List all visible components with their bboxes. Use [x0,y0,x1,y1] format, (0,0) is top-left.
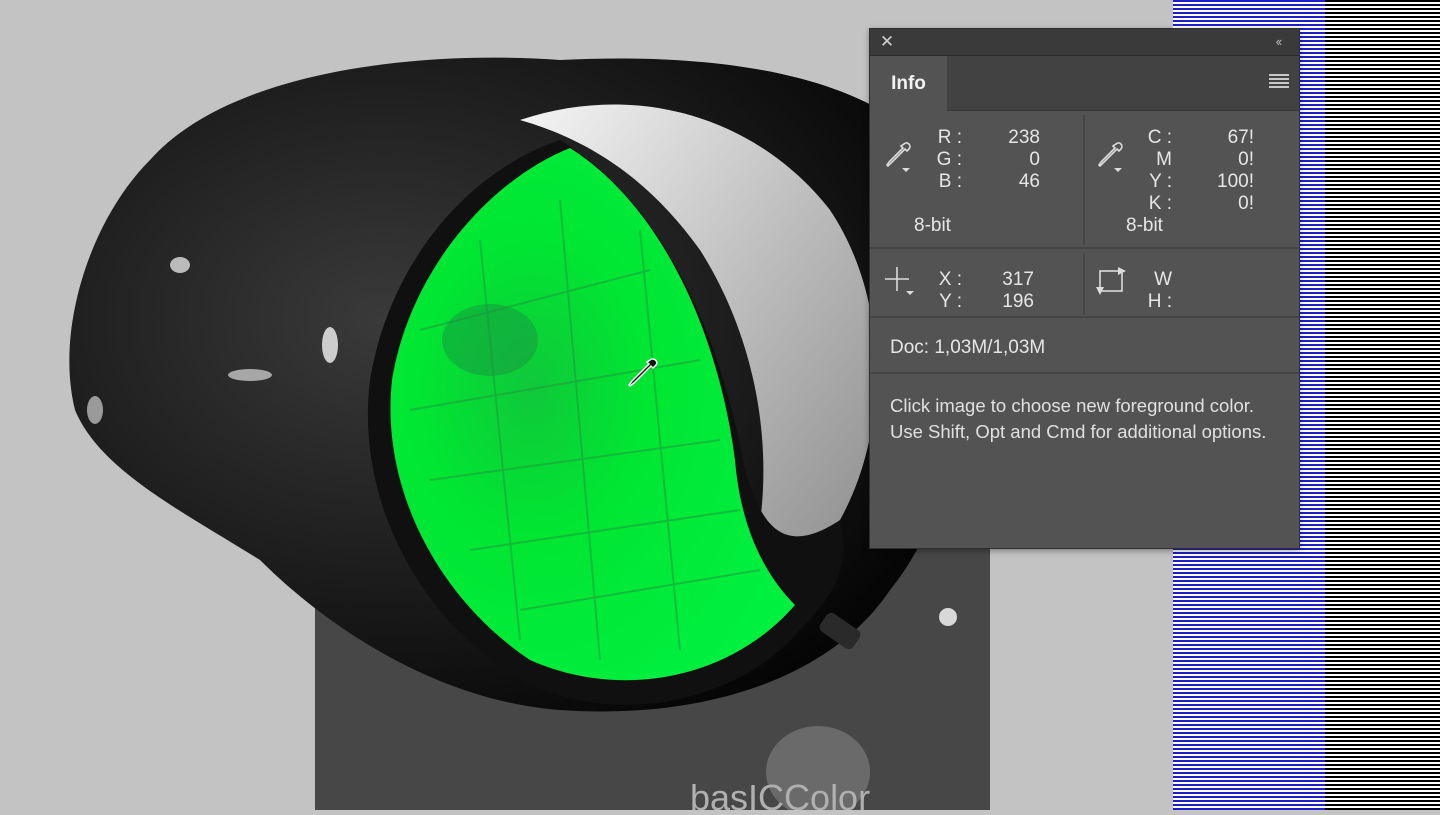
position-value-y: 196 [1002,291,1034,312]
close-icon[interactable]: ✕ [877,32,897,52]
eyedropper-icon[interactable] [1096,141,1126,175]
position-size-section: X : 317 Y : 196 W : H : [870,249,1299,315]
rgb-label-b: B : [938,171,962,192]
cmyk-value-m: 0! [1238,149,1254,170]
divider [1083,253,1085,315]
panel-tabbar: Info [870,56,1299,111]
document-size-info: Doc: 1,03M/1,03M [890,337,1046,358]
info-panel: ✕ ‹‹ Info R : 238 G : 0 B : 46 8-bit C : [869,28,1300,549]
divider [1083,115,1085,245]
collapse-icon[interactable]: ‹‹ [1267,32,1289,52]
plate-logo-text: basICColor [690,777,870,810]
cmyk-value-k: 0! [1238,193,1254,214]
rgb-label-g: G : [936,149,962,170]
panel-titlebar[interactable]: ✕ ‹‹ [870,29,1299,56]
cmyk-label-k: K : [1148,193,1172,214]
tab-info[interactable]: Info [870,56,947,111]
rgb-label-r: R : [937,127,962,148]
rgb-value-b: 46 [1018,171,1040,192]
crosshair-icon [885,267,914,295]
cmyk-value-y: 100! [1217,171,1254,192]
cmyk-label-c: C : [1147,127,1172,148]
cmyk-bit-depth: 8-bit [1126,215,1163,236]
divider [870,372,1299,374]
rgb-bit-depth: 8-bit [914,215,951,236]
eyedropper-cursor-icon [628,358,658,387]
panel-menu-icon[interactable] [1269,74,1289,92]
divider [870,316,1299,318]
color-readout-section: R : 238 G : 0 B : 46 8-bit C : 67! M : 0… [870,111,1299,247]
cmyk-label-y: Y : [1149,171,1172,192]
black-stripe-pattern [1325,0,1440,810]
size-label-h: H : [1147,291,1172,312]
selection-size-icon [1096,267,1126,295]
position-label-x: X : [938,269,962,290]
position-value-x: 317 [1002,269,1034,290]
rgb-value-g: 0 [1029,149,1040,170]
rgb-value-r: 238 [1008,127,1040,148]
cmyk-value-c: 67! [1227,127,1254,148]
tool-hint-text: Click image to choose new foreground col… [890,395,1267,442]
position-label-y: Y : [939,291,962,312]
eyedropper-icon[interactable] [884,141,914,175]
